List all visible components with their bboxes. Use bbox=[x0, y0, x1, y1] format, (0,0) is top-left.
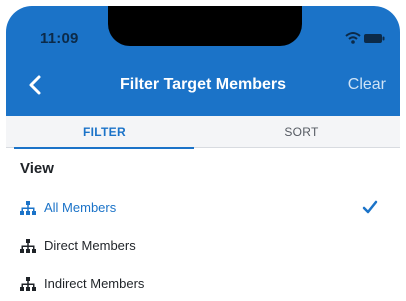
phone-frame: 11:09 Filter Target Members Clear FILTER… bbox=[6, 6, 400, 301]
header-bar: 11:09 Filter Target Members Clear bbox=[6, 6, 400, 116]
battery-icon bbox=[364, 34, 385, 43]
option-label: All Members bbox=[44, 200, 117, 215]
active-tab-indicator bbox=[14, 147, 194, 149]
org-hierarchy-icon bbox=[20, 277, 36, 291]
option-direct-members[interactable]: Direct Members bbox=[6, 227, 400, 265]
device-notch bbox=[108, 6, 302, 46]
wifi-icon bbox=[345, 32, 361, 44]
tab-filter[interactable]: FILTER bbox=[6, 116, 203, 149]
option-indirect-members[interactable]: Indirect Members bbox=[6, 265, 400, 301]
status-time: 11:09 bbox=[40, 30, 79, 47]
section-title-view: View bbox=[20, 160, 54, 177]
tab-sort[interactable]: SORT bbox=[203, 116, 400, 148]
option-label: Direct Members bbox=[44, 238, 136, 253]
option-label: Indirect Members bbox=[44, 276, 145, 291]
status-icons bbox=[322, 28, 386, 48]
org-hierarchy-icon bbox=[20, 239, 36, 253]
filter-sort-tabs: FILTER SORT bbox=[6, 116, 400, 149]
org-hierarchy-icon bbox=[20, 201, 36, 215]
tab-sort-label: SORT bbox=[284, 125, 319, 139]
page-title: Filter Target Members bbox=[120, 76, 286, 93]
tab-filter-label: FILTER bbox=[83, 125, 126, 139]
checkmark-icon bbox=[362, 200, 378, 214]
clear-button[interactable]: Clear bbox=[348, 76, 386, 94]
screen: 11:09 Filter Target Members Clear FILTER… bbox=[0, 0, 406, 301]
option-all-members[interactable]: All Members bbox=[6, 189, 400, 227]
